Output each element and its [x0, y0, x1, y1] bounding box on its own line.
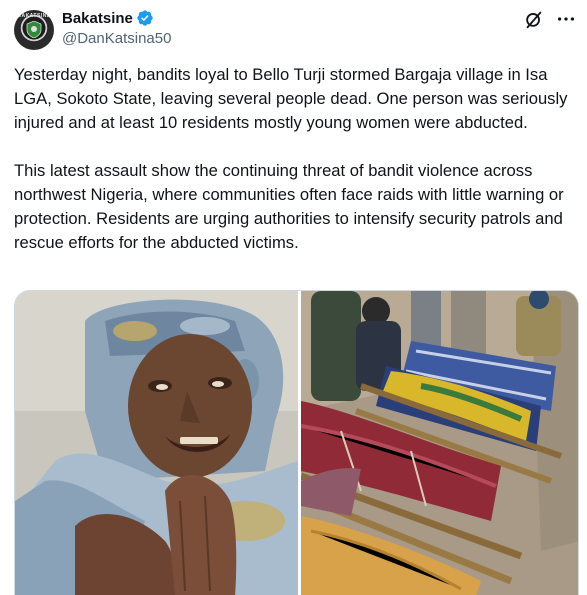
author-display-name[interactable]: Bakatsine — [62, 10, 133, 27]
tweet-paragraph: Yesterday night, bandits loyal to Bello … — [14, 65, 568, 132]
photo-left-illustration — [15, 291, 298, 595]
photo-right-illustration — [301, 291, 578, 595]
avatar-emblem-icon — [26, 21, 42, 38]
avatar-ring-text: BAKATSINE — [17, 13, 51, 19]
avatar[interactable]: BAKATSINE — [14, 10, 54, 50]
tweet-text: Yesterday night, bandits loyal to Bello … — [14, 63, 579, 255]
author-handle[interactable]: @DanKatsina50 — [62, 30, 171, 47]
tweet-paragraph: This latest assault show the continuing … — [14, 161, 564, 252]
verified-badge-icon — [137, 10, 153, 26]
media-grid — [14, 290, 579, 595]
tweet-header: BAKATSINE Bakatsine @DanKatsina50 — [14, 8, 577, 50]
author-block: Bakatsine @DanKatsina50 — [62, 8, 171, 48]
header-actions — [523, 8, 577, 30]
photo-man-in-camouflage-turban[interactable] — [15, 291, 298, 595]
photo-bodies-wrapped-on-stretchers[interactable] — [301, 291, 578, 595]
grok-icon[interactable] — [523, 8, 545, 30]
more-icon[interactable] — [555, 8, 577, 30]
